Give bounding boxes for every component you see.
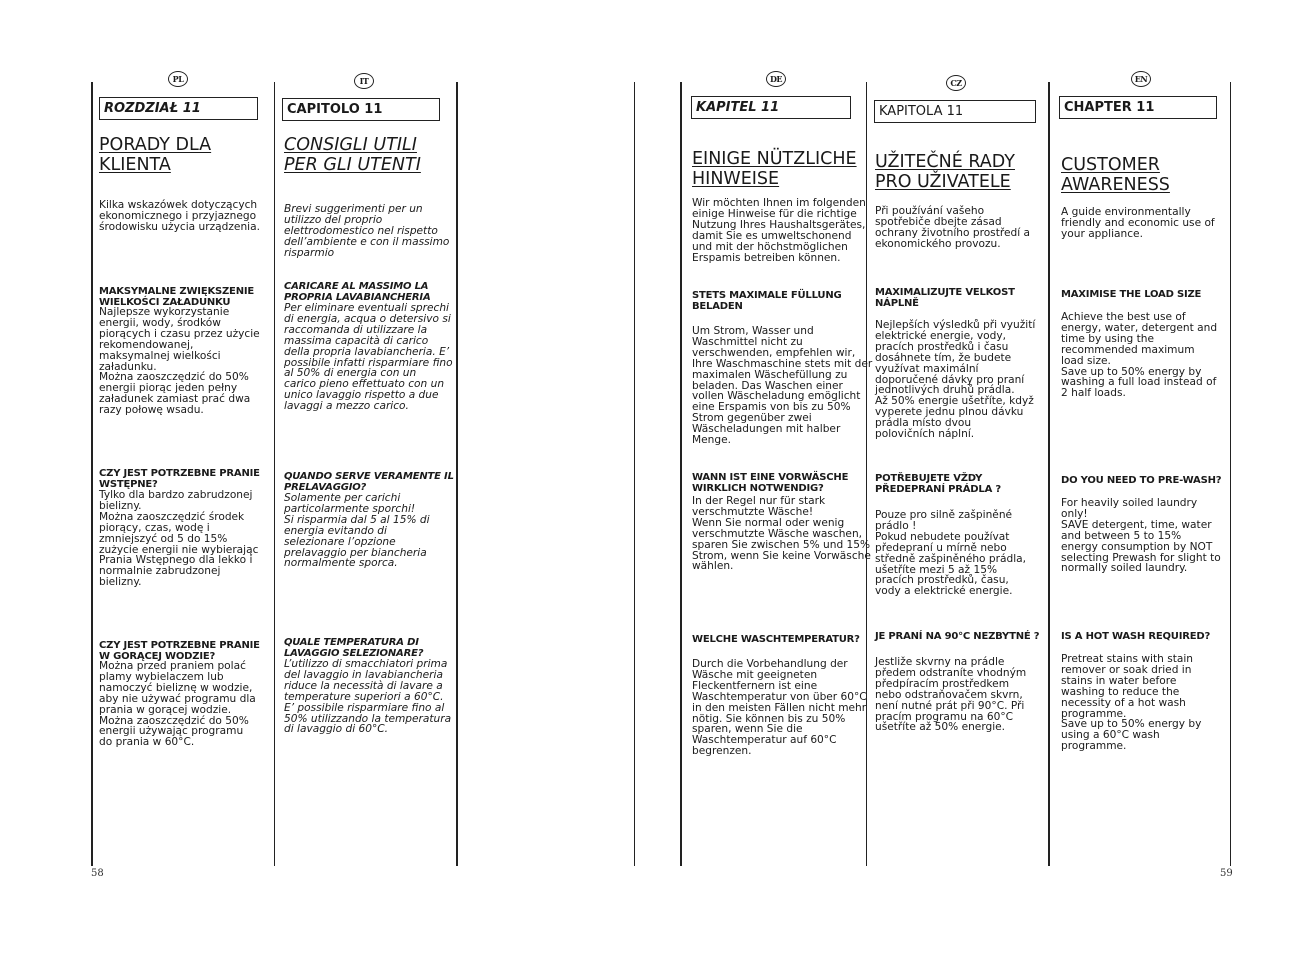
language-badge-it: IT xyxy=(354,73,374,89)
subheading: IS A HOT WASH REQUIRED? xyxy=(1061,631,1211,642)
column-rule xyxy=(91,82,93,866)
body-text: Można przed praniem polać plamy wybielac… xyxy=(99,660,256,749)
page-number-left: 58 xyxy=(91,868,104,879)
body-text: For heavily soiled laundry only! SAVE de… xyxy=(1061,497,1221,575)
subheading: QUANDO SERVE VERAMENTE IL PRELAVAGGIO? xyxy=(284,471,454,493)
subheading: DO YOU NEED TO PRE-WASH? xyxy=(1061,475,1222,486)
body-text: Pouze pro silně zašpiněné prádlo ! Pokud… xyxy=(875,509,1027,598)
body-text: Najlepsze wykorzystanie energii, wody, ś… xyxy=(99,306,260,417)
column-rule xyxy=(634,82,635,866)
intro-text: Kilka wskazówek dotyczących ekonomiczneg… xyxy=(99,199,260,233)
subheading: MAXIMALIZUJTE VELKOST NÁPLNĚ xyxy=(875,287,1015,309)
subheading: WELCHE WASCHTEMPERATUR? xyxy=(692,634,860,645)
body-text: Per eliminare eventuali sprechi di energ… xyxy=(284,302,453,413)
subheading: STETS MAXIMALE FÜLLUNG BELADEN xyxy=(692,290,842,312)
column-rule xyxy=(274,82,275,866)
chapter-label: KAPITEL 11 xyxy=(691,96,851,119)
body-text: In der Regel nur für stark verschmutzte … xyxy=(692,495,871,573)
subheading: MAKSYMALNE ZWIĘKSZENIE WIELKOŚCI ZAŁADUN… xyxy=(99,286,255,308)
subheading: JE PRANÍ NA 90°C NEZBYTNÉ ? xyxy=(875,631,1040,642)
page-number-right: 59 xyxy=(1220,868,1233,879)
section-title: PORADY DLA KLIENTA xyxy=(99,135,212,175)
section-title: CUSTOMER AWARENESS xyxy=(1061,155,1170,195)
subheading: CARICARE AL MASSIMO LA PROPRIA LAVABIANC… xyxy=(284,281,431,303)
subheading: MAXIMISE THE LOAD SIZE xyxy=(1061,289,1202,300)
intro-text: Brevi suggerimenti per un utilizzo del p… xyxy=(284,203,450,259)
language-badge-pl: PL xyxy=(168,71,188,87)
body-text: Achieve the best use of energy, water, d… xyxy=(1061,311,1218,400)
section-title: UŽITEČNÉ RADY PRO UŽIVATELE xyxy=(875,152,1015,192)
subheading: QUALE TEMPERATURA DI LAVAGGIO SELEZIONAR… xyxy=(284,637,424,659)
column-rule xyxy=(1048,82,1050,866)
body-text: Um Strom, Wasser und Waschmittel nicht z… xyxy=(692,325,873,447)
intro-text: Při používání vašeho spotřebiče dbejte z… xyxy=(875,205,1031,250)
chapter-label: CHAPTER 11 xyxy=(1059,96,1217,119)
body-text: Pretreat stains with stain remover or so… xyxy=(1061,653,1202,753)
body-text: Solamente per carichi particolarmente sp… xyxy=(284,492,430,570)
column-rule xyxy=(680,82,682,866)
body-text: Tylko dla bardzo zabrudzonej bielizny. M… xyxy=(99,489,259,589)
subheading: POTŘEBUJETE VŽDY PŘEDEPRANÍ PRÁDLA ? xyxy=(875,473,1001,495)
section-title: EINIGE NÜTZLICHE HINWEISE xyxy=(692,149,857,189)
body-text: Nejlepších výsledků při využití elektric… xyxy=(875,319,1036,441)
body-text: Durch die Vorbehandlung der Wäsche mit g… xyxy=(692,658,867,758)
body-text: Jestliže skvrny na prádle předem odstran… xyxy=(875,656,1027,734)
body-text: L’utilizzo di smacchiatori prima del lav… xyxy=(284,658,452,736)
chapter-label: CAPITOLO 11 xyxy=(282,98,440,121)
column-rule xyxy=(1230,82,1231,866)
intro-text: A guide environmentally friendly and eco… xyxy=(1061,206,1215,240)
chapter-label: ROZDZIAŁ 11 xyxy=(99,97,258,120)
chapter-label: KAPITOLA 11 xyxy=(874,100,1036,123)
intro-text: Wir möchten Ihnen im folgenden einige Hi… xyxy=(692,197,866,264)
section-title: CONSIGLI UTILI PER GLI UTENTI xyxy=(284,135,421,175)
language-badge-de: DE xyxy=(766,71,786,87)
language-badge-en: EN xyxy=(1131,71,1151,87)
column-rule xyxy=(456,82,458,866)
language-badge-cz: CZ xyxy=(946,75,966,91)
subheading: WANN IST EINE VORWÄSCHE WIRKLICH NOTWEND… xyxy=(692,472,849,494)
subheading: CZY JEST POTRZEBNE PRANIE W GORĄCEJ WODZ… xyxy=(99,640,260,662)
subheading: CZY JEST POTRZEBNE PRANIE WSTĘPNE? xyxy=(99,468,260,490)
